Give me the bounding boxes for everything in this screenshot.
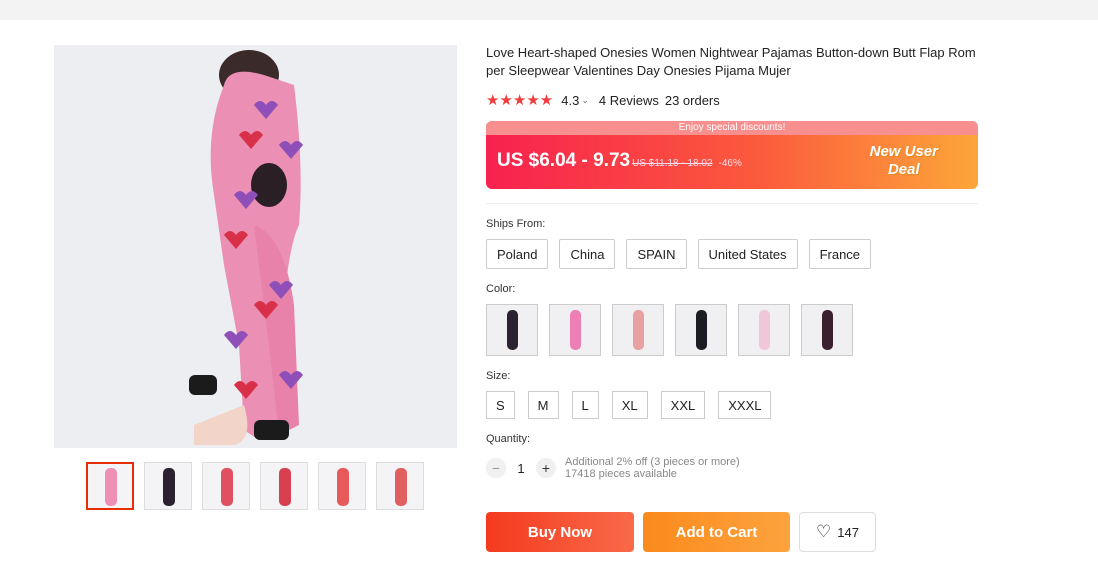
size-option-xl[interactable]: XL bbox=[611, 391, 648, 419]
heart-icon: ♡ bbox=[816, 522, 832, 541]
promo-enjoy-text: Enjoy special discounts! bbox=[486, 121, 978, 135]
swatch-figure bbox=[822, 310, 833, 350]
buy-now-button[interactable]: Buy Now bbox=[486, 512, 634, 552]
thumbnail-strip bbox=[86, 462, 424, 510]
new-user-line1: New User bbox=[869, 143, 938, 160]
thumbnail-1[interactable] bbox=[86, 462, 134, 510]
rating-stars-icon: ★★★★★ bbox=[486, 92, 554, 109]
divider bbox=[486, 203, 978, 204]
new-user-deal-badge[interactable]: New User Deal bbox=[870, 143, 938, 179]
size-option-m[interactable]: M bbox=[527, 391, 559, 419]
discount-percent: -46% bbox=[718, 158, 742, 169]
ships-from-options: Poland China SPAIN United States France bbox=[486, 239, 978, 269]
thumbnail-figure bbox=[105, 468, 117, 506]
top-bar bbox=[0, 0, 1098, 20]
chevron-down-icon[interactable]: ⌄ bbox=[581, 95, 589, 106]
main-product-image[interactable] bbox=[54, 45, 457, 448]
size-label: Size: bbox=[486, 370, 511, 382]
thumbnail-6[interactable] bbox=[376, 462, 424, 510]
quantity-value[interactable]: 1 bbox=[506, 461, 536, 476]
thumbnail-figure bbox=[163, 468, 175, 506]
wishlist-button[interactable]: ♡ 147 bbox=[799, 512, 876, 552]
thumbnail-figure bbox=[337, 468, 349, 506]
add-to-cart-button[interactable]: Add to Cart bbox=[643, 512, 790, 552]
ship-option-china[interactable]: China bbox=[559, 239, 616, 269]
color-swatch-4[interactable] bbox=[675, 304, 727, 356]
color-swatch-2[interactable] bbox=[549, 304, 601, 356]
ship-option-poland[interactable]: Poland bbox=[486, 239, 549, 269]
current-price: US $6.04 - 9.73 bbox=[497, 150, 631, 171]
thumbnail-5[interactable] bbox=[318, 462, 366, 510]
ship-option-spain[interactable]: SPAIN bbox=[626, 239, 687, 269]
new-user-line2: Deal bbox=[887, 161, 920, 178]
color-swatch-5[interactable] bbox=[738, 304, 790, 356]
quantity-decrease-button[interactable]: − bbox=[486, 458, 506, 478]
thumbnail-figure bbox=[279, 468, 291, 506]
rating-row: ★★★★★ 4.3 ⌄ 4 Reviews 23 orders bbox=[486, 91, 978, 109]
thumbnail-figure bbox=[221, 468, 233, 506]
color-options bbox=[486, 304, 978, 356]
color-swatch-3[interactable] bbox=[612, 304, 664, 356]
swatch-figure bbox=[696, 310, 707, 350]
quantity-increase-button[interactable]: + bbox=[536, 458, 556, 478]
color-swatch-1[interactable] bbox=[486, 304, 538, 356]
product-title: Love Heart-shaped Onesies Women Nightwea… bbox=[486, 45, 976, 78]
size-option-xxl[interactable]: XXL bbox=[660, 391, 706, 419]
stock-available-note: 17418 pieces available bbox=[565, 468, 677, 480]
ship-option-france[interactable]: France bbox=[808, 239, 872, 269]
color-swatch-6[interactable] bbox=[801, 304, 853, 356]
size-option-l[interactable]: L bbox=[571, 391, 599, 419]
bulk-discount-note: Additional 2% off (3 pieces or more) bbox=[565, 456, 740, 468]
size-options: S M L XL XXL XXXL bbox=[486, 391, 978, 419]
thumbnail-2[interactable] bbox=[144, 462, 192, 510]
thumbnail-4[interactable] bbox=[260, 462, 308, 510]
color-label: Color: bbox=[486, 283, 516, 295]
action-buttons: Buy Now Add to Cart ♡ 147 bbox=[486, 512, 876, 552]
ships-from-label: Ships From: bbox=[486, 218, 546, 230]
size-option-s[interactable]: S bbox=[486, 391, 515, 419]
size-option-xxxl[interactable]: XXXL bbox=[718, 391, 772, 419]
product-photo-illustration bbox=[54, 45, 457, 448]
thumbnail-3[interactable] bbox=[202, 462, 250, 510]
original-price: US $11.18 - 18.02 bbox=[632, 158, 713, 169]
swatch-figure bbox=[507, 310, 518, 350]
orders-count: 23 orders bbox=[664, 92, 720, 108]
quantity-stepper: − 1 + Additional 2% off (3 pieces or mor… bbox=[486, 456, 978, 480]
product-info: Love Heart-shaped Onesies Women Nightwea… bbox=[486, 44, 978, 480]
ship-option-united-states[interactable]: United States bbox=[697, 239, 798, 269]
thumbnail-figure bbox=[395, 468, 407, 506]
swatch-figure bbox=[633, 310, 644, 350]
swatch-figure bbox=[759, 310, 770, 350]
wishlist-count: 147 bbox=[837, 524, 859, 540]
reviews-link[interactable]: 4 Reviews bbox=[599, 93, 659, 108]
swatch-figure bbox=[570, 310, 581, 350]
quantity-note: Additional 2% off (3 pieces or more) 174… bbox=[565, 456, 740, 480]
quantity-label: Quantity: bbox=[486, 433, 531, 445]
rating-value[interactable]: 4.3 bbox=[561, 93, 579, 108]
price-banner: Enjoy special discounts! US $6.04 - 9.73… bbox=[486, 121, 978, 189]
